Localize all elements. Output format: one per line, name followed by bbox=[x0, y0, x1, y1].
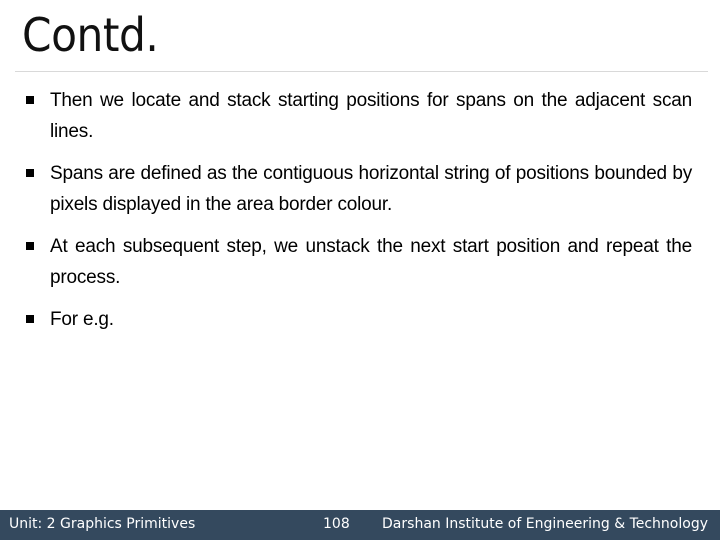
square-bullet-icon bbox=[26, 96, 34, 104]
square-bullet-icon bbox=[26, 315, 34, 323]
bullet-text: Then we locate and stack starting positi… bbox=[50, 90, 692, 142]
footer-unit: Unit: 2 Graphics Primitives bbox=[9, 516, 196, 532]
square-bullet-icon bbox=[26, 169, 34, 177]
bullet-item: For e.g. bbox=[20, 304, 692, 335]
bullet-text: At each subsequent step, we unstack the … bbox=[50, 236, 692, 288]
bullet-text: For e.g. bbox=[50, 309, 114, 330]
bullet-list: Then we locate and stack starting positi… bbox=[20, 85, 692, 346]
bullet-item: Then we locate and stack starting positi… bbox=[20, 85, 692, 147]
footer-page-number: 108 bbox=[323, 516, 350, 532]
bullet-item: Spans are defined as the contiguous hori… bbox=[20, 158, 692, 220]
slide-footer: Unit: 2 Graphics Primitives 108 Darshan … bbox=[0, 510, 720, 540]
slide-title: Contd. bbox=[22, 8, 159, 62]
footer-institute: Darshan Institute of Engineering & Techn… bbox=[382, 516, 708, 532]
square-bullet-icon bbox=[26, 242, 34, 250]
title-divider bbox=[15, 71, 708, 72]
bullet-item: At each subsequent step, we unstack the … bbox=[20, 231, 692, 293]
bullet-text: Spans are defined as the contiguous hori… bbox=[50, 163, 692, 215]
